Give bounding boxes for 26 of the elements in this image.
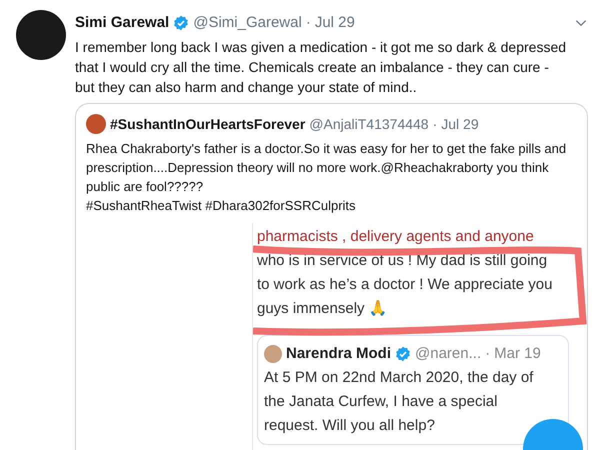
author-name[interactable]: Simi Garewal xyxy=(75,12,170,34)
avatar[interactable] xyxy=(16,10,66,60)
screenshot-image[interactable] xyxy=(252,222,587,450)
hashtags: #SushantRheaTwist #Dhara302forSSRCulprits xyxy=(85,196,357,214)
embedded-tweet-text-line: At 5 PM on 22nd March 2020, the day of xyxy=(264,368,534,388)
author-name: Narendra Modi xyxy=(286,344,392,364)
embedded-tweet-text-line: request. Will you all help? xyxy=(264,416,436,436)
quoted-text: Rhea Chakraborty's father is a doctor.So it was easy for her to get the fake pills and prescription....Depression theory will no more work.@Rheachakraborty you think public are fool????? xyxy=(85,140,568,196)
author-name: #SushantInOurHeartsForever xyxy=(110,114,306,134)
separator: · xyxy=(485,344,490,364)
author-handle[interactable]: @Simi_Garewal xyxy=(193,12,302,34)
screenshot-text-line: pharmacists , delivery agents and anyone xyxy=(257,226,535,246)
avatar xyxy=(264,344,282,362)
avatar xyxy=(86,114,106,134)
author-handle: @AnjaliT41374448 xyxy=(309,114,429,134)
separator: · xyxy=(306,13,311,33)
separator: · xyxy=(432,114,438,134)
author-handle: @naren... xyxy=(415,344,482,364)
screenshot-text-line: to work as he’s a doctor ! We appreciate you xyxy=(257,274,554,294)
quoted-tweet-card[interactable] xyxy=(75,102,588,450)
tweet-date[interactable]: Jul 29 xyxy=(314,12,355,34)
tweet-date: Jul 29 xyxy=(441,114,479,134)
tweet-date: Mar 19 xyxy=(494,344,541,364)
screenshot-text-line: guys immensely 🙏 xyxy=(257,298,389,318)
tweet-text: I remember long back I was given a medication - it got me so dark & depressed that I would cry all the time. Chemicals create an imbalance - they can cure - but they can also harm and change your state of mind.. xyxy=(75,38,568,96)
embedded-tweet-text-line: the Janata Curfew, I have a special xyxy=(264,392,498,412)
